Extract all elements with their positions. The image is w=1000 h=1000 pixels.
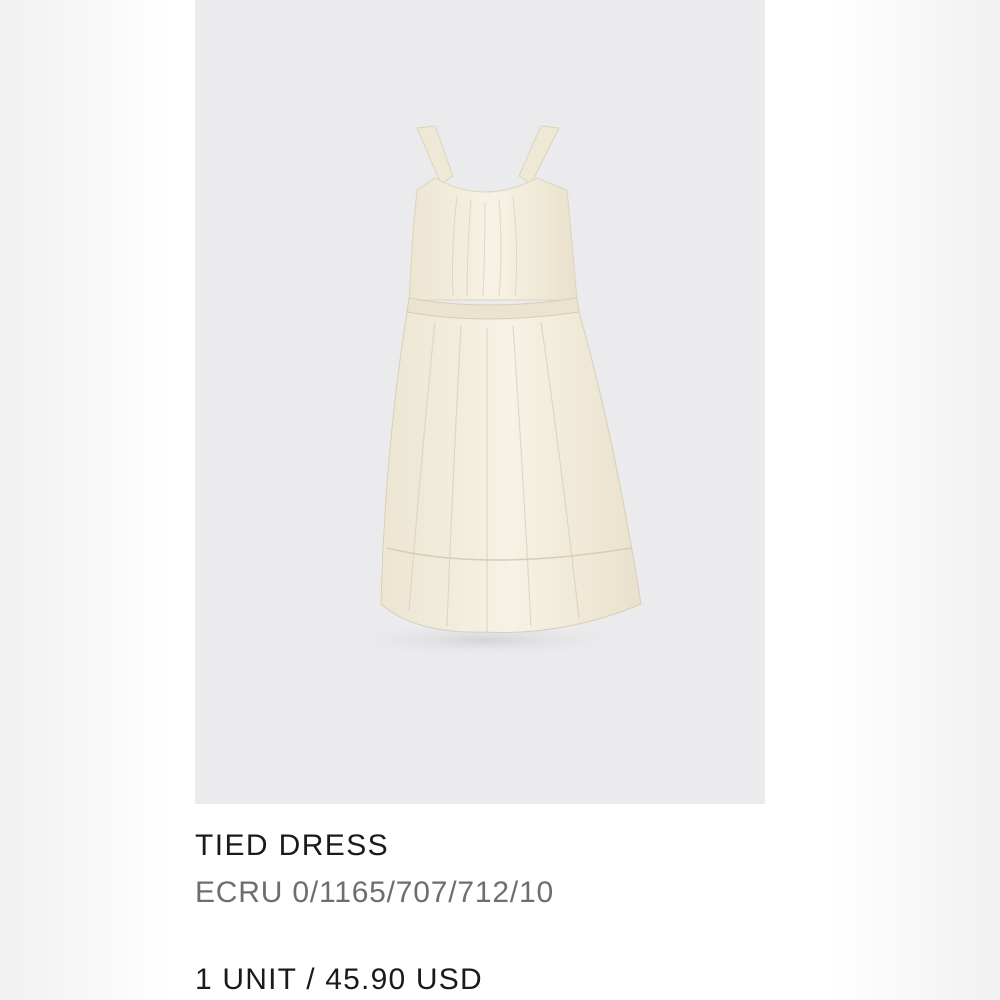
page-backdrop: TIED DRESS ECRU 0/1165/707/712/10 1 UNIT… — [0, 0, 1000, 1000]
dress-illustration — [335, 125, 642, 658]
product-image[interactable] — [195, 0, 765, 804]
product-name: TIED DRESS — [195, 829, 390, 862]
product-reference: ECRU 0/1165/707/712/10 — [195, 876, 554, 909]
product-card: TIED DRESS ECRU 0/1165/707/712/10 1 UNIT… — [168, 0, 834, 1000]
product-quantity-price: 1 UNIT / 45.90 USD — [195, 963, 483, 996]
left-blur-margin — [0, 0, 168, 1000]
right-blur-margin — [834, 0, 1000, 1000]
